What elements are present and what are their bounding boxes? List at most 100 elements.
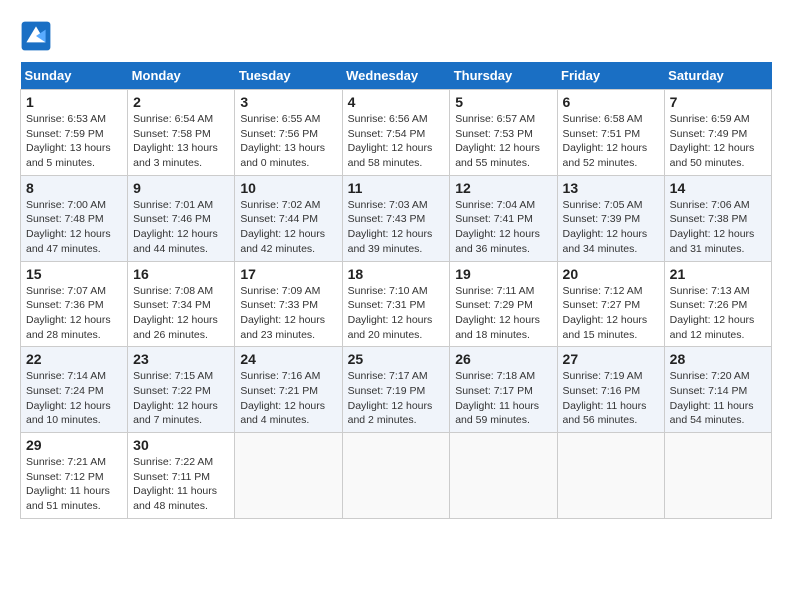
day-info: Sunrise: 7:18 AMSunset: 7:17 PMDaylight:… — [455, 369, 551, 428]
calendar-day-cell: 18 Sunrise: 7:10 AMSunset: 7:31 PMDayligh… — [342, 261, 450, 347]
day-number: 10 — [240, 180, 336, 196]
calendar-day-cell: 23 Sunrise: 7:15 AMSunset: 7:22 PMDayligh… — [128, 347, 235, 433]
day-number: 15 — [26, 266, 122, 282]
calendar-day-cell: 14 Sunrise: 7:06 AMSunset: 7:38 PMDayligh… — [664, 175, 771, 261]
day-info: Sunrise: 7:15 AMSunset: 7:22 PMDaylight:… — [133, 369, 229, 428]
weekday-header-sunday: Sunday — [21, 62, 128, 90]
day-info: Sunrise: 7:14 AMSunset: 7:24 PMDaylight:… — [26, 369, 122, 428]
day-number: 23 — [133, 351, 229, 367]
day-number: 22 — [26, 351, 122, 367]
day-number: 1 — [26, 94, 122, 110]
day-number: 26 — [455, 351, 551, 367]
calendar-day-cell: 20 Sunrise: 7:12 AMSunset: 7:27 PMDayligh… — [557, 261, 664, 347]
calendar-day-cell: 3Sunrise: 6:55 AMSunset: 7:56 PMDaylight… — [235, 90, 342, 176]
calendar-table: SundayMondayTuesdayWednesdayThursdayFrid… — [20, 62, 772, 519]
day-number: 9 — [133, 180, 229, 196]
day-number: 4 — [348, 94, 445, 110]
day-info: Sunrise: 6:58 AMSunset: 7:51 PMDaylight:… — [563, 112, 659, 171]
day-number: 25 — [348, 351, 445, 367]
empty-cell — [450, 433, 557, 519]
weekday-header-friday: Friday — [557, 62, 664, 90]
weekday-header-saturday: Saturday — [664, 62, 771, 90]
calendar-day-cell: 21 Sunrise: 7:13 AMSunset: 7:26 PMDayligh… — [664, 261, 771, 347]
calendar-day-cell: 25 Sunrise: 7:17 AMSunset: 7:19 PMDayligh… — [342, 347, 450, 433]
empty-cell — [664, 433, 771, 519]
calendar-day-cell: 16 Sunrise: 7:08 AMSunset: 7:34 PMDayligh… — [128, 261, 235, 347]
day-number: 19 — [455, 266, 551, 282]
day-number: 13 — [563, 180, 659, 196]
weekday-header-tuesday: Tuesday — [235, 62, 342, 90]
day-info: Sunrise: 7:07 AMSunset: 7:36 PMDaylight:… — [26, 284, 122, 343]
page-header — [20, 20, 772, 52]
day-number: 28 — [670, 351, 766, 367]
calendar-day-cell: 12 Sunrise: 7:04 AMSunset: 7:41 PMDayligh… — [450, 175, 557, 261]
calendar-week-row: 29 Sunrise: 7:21 AMSunset: 7:12 PMDayligh… — [21, 433, 772, 519]
day-number: 8 — [26, 180, 122, 196]
day-info: Sunrise: 7:16 AMSunset: 7:21 PMDaylight:… — [240, 369, 336, 428]
day-number: 14 — [670, 180, 766, 196]
calendar-week-row: 15 Sunrise: 7:07 AMSunset: 7:36 PMDayligh… — [21, 261, 772, 347]
calendar-day-cell: 8 Sunrise: 7:00 AMSunset: 7:48 PMDaylight… — [21, 175, 128, 261]
day-number: 18 — [348, 266, 445, 282]
calendar-day-cell: 30 Sunrise: 7:22 AMSunset: 7:11 PMDayligh… — [128, 433, 235, 519]
calendar-day-cell: 29 Sunrise: 7:21 AMSunset: 7:12 PMDayligh… — [21, 433, 128, 519]
weekday-header-thursday: Thursday — [450, 62, 557, 90]
day-info: Sunrise: 7:05 AMSunset: 7:39 PMDaylight:… — [563, 198, 659, 257]
empty-cell — [557, 433, 664, 519]
calendar-day-cell: 7Sunrise: 6:59 AMSunset: 7:49 PMDaylight… — [664, 90, 771, 176]
day-info: Sunrise: 7:12 AMSunset: 7:27 PMDaylight:… — [563, 284, 659, 343]
day-number: 16 — [133, 266, 229, 282]
calendar-day-cell: 19 Sunrise: 7:11 AMSunset: 7:29 PMDayligh… — [450, 261, 557, 347]
calendar-day-cell: 1 Sunrise: 6:53 AMSunset: 7:59 PMDaylight… — [21, 90, 128, 176]
day-number: 30 — [133, 437, 229, 453]
calendar-day-cell: 22 Sunrise: 7:14 AMSunset: 7:24 PMDayligh… — [21, 347, 128, 433]
day-number: 11 — [348, 180, 445, 196]
day-info: Sunrise: 7:03 AMSunset: 7:43 PMDaylight:… — [348, 198, 445, 257]
day-number: 20 — [563, 266, 659, 282]
calendar-day-cell: 27 Sunrise: 7:19 AMSunset: 7:16 PMDayligh… — [557, 347, 664, 433]
day-number: 21 — [670, 266, 766, 282]
day-number: 24 — [240, 351, 336, 367]
day-info: Sunrise: 6:54 AMSunset: 7:58 PMDaylight:… — [133, 112, 229, 171]
day-info: Sunrise: 7:13 AMSunset: 7:26 PMDaylight:… — [670, 284, 766, 343]
day-number: 3 — [240, 94, 336, 110]
weekday-header-monday: Monday — [128, 62, 235, 90]
day-number: 7 — [670, 94, 766, 110]
calendar-day-cell: 2 Sunrise: 6:54 AMSunset: 7:58 PMDaylight… — [128, 90, 235, 176]
calendar-week-row: 1 Sunrise: 6:53 AMSunset: 7:59 PMDaylight… — [21, 90, 772, 176]
weekday-header-wednesday: Wednesday — [342, 62, 450, 90]
day-info: Sunrise: 6:53 AMSunset: 7:59 PMDaylight:… — [26, 112, 122, 171]
day-info: Sunrise: 7:04 AMSunset: 7:41 PMDaylight:… — [455, 198, 551, 257]
logo-icon — [20, 20, 52, 52]
day-number: 2 — [133, 94, 229, 110]
logo — [20, 20, 56, 52]
calendar-day-cell: 10 Sunrise: 7:02 AMSunset: 7:44 PMDayligh… — [235, 175, 342, 261]
calendar-day-cell: 9 Sunrise: 7:01 AMSunset: 7:46 PMDaylight… — [128, 175, 235, 261]
day-info: Sunrise: 7:08 AMSunset: 7:34 PMDaylight:… — [133, 284, 229, 343]
day-info: Sunrise: 7:00 AMSunset: 7:48 PMDaylight:… — [26, 198, 122, 257]
day-info: Sunrise: 7:10 AMSunset: 7:31 PMDaylight:… — [348, 284, 445, 343]
day-info: Sunrise: 7:01 AMSunset: 7:46 PMDaylight:… — [133, 198, 229, 257]
calendar-day-cell: 28 Sunrise: 7:20 AMSunset: 7:14 PMDayligh… — [664, 347, 771, 433]
calendar-day-cell: 13 Sunrise: 7:05 AMSunset: 7:39 PMDayligh… — [557, 175, 664, 261]
day-number: 27 — [563, 351, 659, 367]
day-info: Sunrise: 7:02 AMSunset: 7:44 PMDaylight:… — [240, 198, 336, 257]
day-info: Sunrise: 7:11 AMSunset: 7:29 PMDaylight:… — [455, 284, 551, 343]
day-info: Sunrise: 7:22 AMSunset: 7:11 PMDaylight:… — [133, 455, 229, 514]
day-info: Sunrise: 7:19 AMSunset: 7:16 PMDaylight:… — [563, 369, 659, 428]
day-info: Sunrise: 7:20 AMSunset: 7:14 PMDaylight:… — [670, 369, 766, 428]
day-number: 17 — [240, 266, 336, 282]
calendar-day-cell: 5Sunrise: 6:57 AMSunset: 7:53 PMDaylight… — [450, 90, 557, 176]
calendar-day-cell: 11 Sunrise: 7:03 AMSunset: 7:43 PMDayligh… — [342, 175, 450, 261]
day-info: Sunrise: 7:17 AMSunset: 7:19 PMDaylight:… — [348, 369, 445, 428]
calendar-week-row: 8 Sunrise: 7:00 AMSunset: 7:48 PMDaylight… — [21, 175, 772, 261]
day-number: 6 — [563, 94, 659, 110]
empty-cell — [342, 433, 450, 519]
day-info: Sunrise: 7:21 AMSunset: 7:12 PMDaylight:… — [26, 455, 122, 514]
day-number: 5 — [455, 94, 551, 110]
day-number: 29 — [26, 437, 122, 453]
calendar-day-cell: 4Sunrise: 6:56 AMSunset: 7:54 PMDaylight… — [342, 90, 450, 176]
day-number: 12 — [455, 180, 551, 196]
calendar-day-cell: 26 Sunrise: 7:18 AMSunset: 7:17 PMDayligh… — [450, 347, 557, 433]
day-info: Sunrise: 7:06 AMSunset: 7:38 PMDaylight:… — [670, 198, 766, 257]
